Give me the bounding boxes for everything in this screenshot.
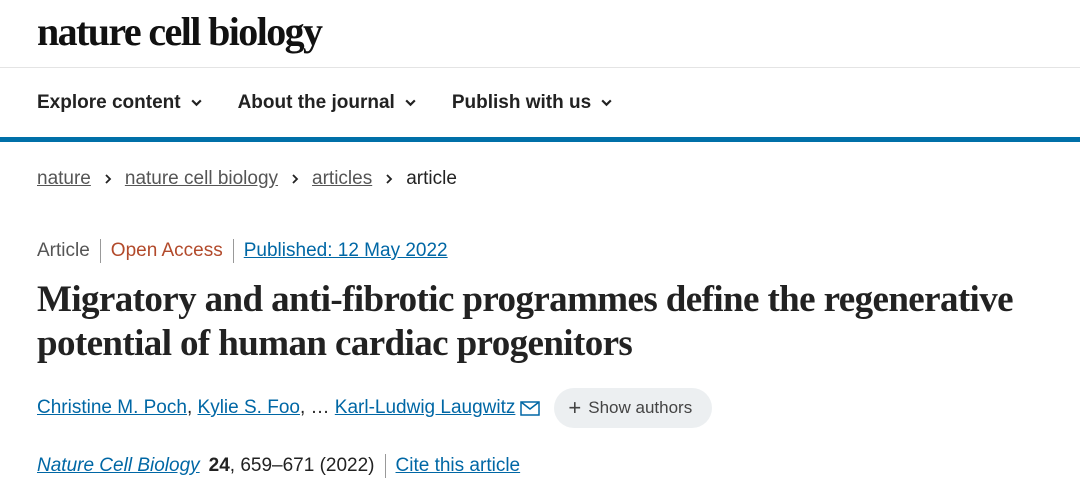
citation-line: Nature Cell Biology 24 , 659–671 (2022) …: [37, 454, 520, 478]
author-separator: ,: [299, 397, 306, 418]
nav-label: About the journal: [237, 91, 395, 113]
divider: [384, 454, 386, 478]
open-access-badge: Open Access: [110, 240, 223, 261]
author-link[interactable]: Christine M. Poch: [37, 397, 187, 419]
journal-logo[interactable]: nature cell biology: [37, 8, 323, 55]
pages-year: , 659–671 (2022): [229, 455, 375, 476]
show-authors-button[interactable]: + Show authors: [554, 388, 713, 428]
chevron-down-icon: [190, 99, 202, 107]
nav-explore-content[interactable]: Explore content: [37, 92, 203, 114]
chevron-down-icon: [405, 99, 416, 107]
divider: [99, 239, 101, 263]
author-list: Christine M. Poch , Kylie S. Foo , … Kar…: [37, 388, 713, 428]
published-date-link[interactable]: Published: 12 May 2022: [244, 240, 448, 262]
nav-publish-with-us[interactable]: Publish with us: [452, 92, 613, 114]
divider: [232, 239, 234, 263]
article-meta: Article Open Access Published: 12 May 20…: [37, 239, 448, 263]
nav-label: Explore content: [37, 91, 181, 113]
chevron-right-icon: [105, 174, 112, 184]
plus-icon: +: [568, 395, 582, 420]
breadcrumb-articles[interactable]: articles: [312, 168, 372, 190]
breadcrumb-nature-cell-biology[interactable]: nature cell biology: [125, 168, 278, 190]
breadcrumb-nature[interactable]: nature: [37, 168, 91, 190]
chevron-down-icon: [601, 99, 612, 107]
cite-article-link[interactable]: Cite this article: [396, 455, 521, 477]
author-link[interactable]: Karl-Ludwig Laugwitz: [335, 397, 516, 419]
author-separator: ,: [186, 397, 193, 418]
journal-link[interactable]: Nature Cell Biology: [37, 455, 200, 477]
author-link[interactable]: Kylie S. Foo: [198, 397, 300, 419]
breadcrumb: nature nature cell biology articles arti…: [37, 168, 457, 190]
chevron-right-icon: [292, 174, 299, 184]
site-header: nature cell biology: [0, 0, 1080, 68]
author-ellipsis: …: [310, 397, 330, 418]
nav-label: Publish with us: [451, 91, 592, 113]
breadcrumb-current: article: [406, 168, 457, 189]
volume: 24: [208, 455, 230, 476]
article-title: Migratory and anti-fibrotic programmes d…: [37, 279, 1014, 364]
nav-about-the-journal[interactable]: About the journal: [238, 92, 417, 114]
show-authors-label: Show authors: [588, 398, 693, 417]
main-nav: Explore content About the journal Publis…: [0, 68, 1080, 142]
email-icon[interactable]: [520, 400, 541, 416]
chevron-right-icon: [386, 174, 393, 184]
article-type: Article: [37, 240, 90, 261]
